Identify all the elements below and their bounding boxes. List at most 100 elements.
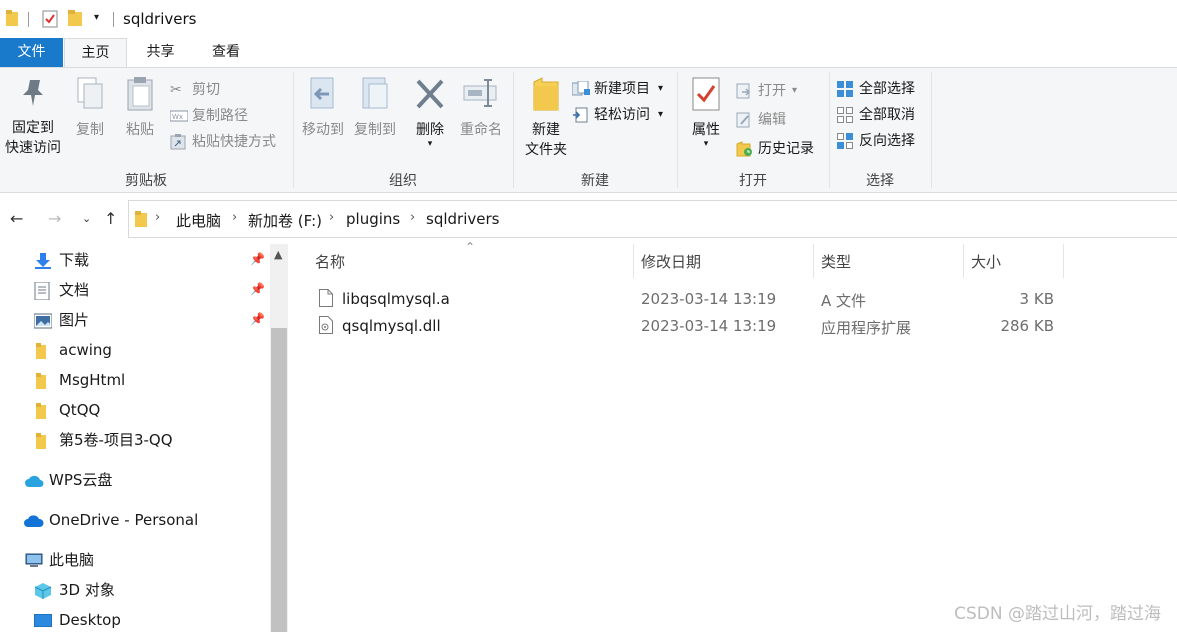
- generic-file-icon: [319, 289, 333, 311]
- cube-icon: [34, 582, 52, 607]
- computer-icon: [24, 552, 44, 576]
- new-folder-button[interactable]: 新建 文件夹: [518, 76, 574, 160]
- file-type: A 文件: [821, 292, 867, 310]
- address-bar[interactable]: › 此电脑 › 新加卷 (F:) › plugins › sqldrivers: [128, 200, 1177, 238]
- nav-label: 文档: [59, 281, 90, 299]
- breadcrumb-sqldrivers[interactable]: sqldrivers: [426, 210, 499, 228]
- delete-button[interactable]: 删除 ▾: [408, 76, 452, 149]
- column-divider[interactable]: [813, 244, 814, 278]
- tab-view[interactable]: 查看: [194, 38, 258, 67]
- folder-icon: [34, 432, 48, 456]
- customize-quick-access-icon[interactable]: ▾: [94, 12, 99, 23]
- ribbon-tabs: 文件 主页 共享 查看: [0, 38, 1177, 68]
- breadcrumb-chevron-icon[interactable]: ›: [232, 210, 237, 225]
- select-group-label: 选择: [866, 173, 894, 189]
- folder-icon: [34, 402, 48, 426]
- chevron-down-icon: ▾: [427, 139, 433, 149]
- breadcrumb-this-pc[interactable]: 此电脑: [176, 210, 221, 231]
- invert-selection-label: 反向选择: [859, 133, 915, 149]
- nav-label: 第5卷-项目3-QQ: [59, 431, 173, 449]
- tab-share[interactable]: 共享: [128, 38, 193, 67]
- edit-icon: [736, 112, 752, 135]
- group-divider: [931, 72, 932, 188]
- new-group: 新建 文件夹 新建项目 ▾ 轻松访问 ▾ 新建: [514, 70, 676, 191]
- scrollbar-thumb[interactable]: [271, 328, 287, 632]
- new-folder-label-line1: 新建: [532, 122, 560, 138]
- copy-to-button[interactable]: 复制到: [350, 76, 400, 140]
- rename-button[interactable]: 重命名: [456, 76, 506, 140]
- nav-pane-scrollbar[interactable]: ▲: [270, 244, 288, 632]
- open-group: 属性 ▾ 打开 ▾ 编辑 历史记录 打开: [678, 70, 828, 191]
- navigation-pane: 下载 📌 文档 📌 图片 📌 acwing MsgHtml QtQQ 第5卷-项…: [0, 244, 270, 632]
- pin-icon[interactable]: 📌: [250, 282, 265, 296]
- pin-icon: [2, 76, 64, 116]
- scroll-up-arrow-icon[interactable]: ▲: [274, 248, 282, 261]
- select-all-icon: [837, 81, 853, 104]
- history-label: 历史记录: [758, 141, 814, 157]
- nav-label: QtQQ: [59, 401, 101, 419]
- properties-button[interactable]: 属性 ▾: [686, 76, 726, 149]
- file-date: 2023-03-14 13:19: [641, 317, 777, 335]
- breadcrumb-plugins[interactable]: plugins: [346, 210, 400, 228]
- copy-to-label: 复制到: [354, 122, 396, 138]
- column-header-size[interactable]: 大小: [971, 248, 1001, 276]
- column-header-date[interactable]: 修改日期: [641, 248, 701, 276]
- copy-button[interactable]: 复制: [70, 76, 110, 140]
- nav-label: MsgHtml: [59, 371, 126, 389]
- new-folder-label-line2: 文件夹: [525, 142, 567, 158]
- breadcrumb-chevron-icon[interactable]: ›: [329, 210, 334, 225]
- move-to-label: 移动到: [302, 122, 344, 138]
- file-row[interactable]: libqsqlmysql.a 2023-03-14 13:19 A 文件 3 K…: [310, 287, 1070, 313]
- pin-icon[interactable]: 📌: [250, 252, 265, 266]
- pin-icon[interactable]: 📌: [250, 312, 265, 326]
- column-header-name[interactable]: 名称: [315, 248, 345, 276]
- sort-ascending-icon: ⌃: [465, 240, 476, 254]
- properties-label: 属性: [692, 122, 720, 138]
- copy-icon: [70, 76, 110, 118]
- clipboard-group-label: 剪贴板: [125, 173, 167, 189]
- pin-to-quick-access-button[interactable]: 固定到 快速访问: [2, 76, 64, 158]
- column-divider[interactable]: [963, 244, 964, 278]
- file-size: 286 KB: [1000, 317, 1054, 335]
- back-arrow-icon[interactable]: ←: [10, 209, 23, 228]
- breadcrumb-chevron-icon[interactable]: ›: [410, 210, 415, 225]
- cut-label: 剪切: [192, 82, 220, 98]
- properties-quick-icon[interactable]: [42, 10, 58, 32]
- tab-file[interactable]: 文件: [0, 38, 63, 67]
- select-none-label: 全部取消: [859, 107, 915, 123]
- download-arrow-icon: [34, 252, 52, 276]
- chevron-down-icon: ▾: [658, 83, 664, 94]
- rename-icon: [456, 76, 506, 118]
- paste-button[interactable]: 粘贴: [120, 76, 160, 140]
- move-to-button[interactable]: 移动到: [298, 76, 348, 140]
- select-group: 全部选择 全部取消 反向选择 选择: [830, 70, 930, 191]
- nav-label: 此电脑: [49, 551, 95, 569]
- column-divider[interactable]: [633, 244, 634, 278]
- tab-home[interactable]: 主页: [64, 38, 127, 68]
- breadcrumb-chevron-icon[interactable]: ›: [155, 210, 160, 225]
- divider: [28, 12, 29, 27]
- pin-label-line1: 固定到: [12, 120, 54, 136]
- file-type: 应用程序扩展: [821, 319, 912, 337]
- nav-label: OneDrive - Personal: [49, 511, 199, 529]
- history-icon: [736, 141, 754, 164]
- recent-locations-chevron-icon[interactable]: ⌄: [82, 212, 91, 225]
- title-bar: ▾ sqldrivers: [0, 0, 1177, 38]
- folder-icon: [34, 372, 48, 396]
- folder-icon: [135, 211, 147, 231]
- new-folder-quick-icon[interactable]: [68, 10, 82, 30]
- file-row[interactable]: qsqlmysql.dll 2023-03-14 13:19 应用程序扩展 28…: [310, 314, 1070, 340]
- pin-label-line2: 快速访问: [5, 140, 61, 156]
- breadcrumb-drive[interactable]: 新加卷 (F:): [248, 210, 322, 231]
- new-folder-icon: [518, 76, 574, 118]
- forward-arrow-icon[interactable]: →: [48, 209, 61, 228]
- folder-icon: [6, 10, 18, 30]
- paste-label: 粘贴: [126, 122, 154, 138]
- cloud-icon: [24, 472, 44, 496]
- nav-label: 3D 对象: [59, 581, 115, 599]
- column-header-type[interactable]: 类型: [821, 248, 851, 276]
- column-divider[interactable]: [1063, 244, 1064, 278]
- chevron-down-icon: ▾: [658, 109, 664, 120]
- easy-access-label: 轻松访问: [594, 107, 650, 123]
- up-arrow-icon[interactable]: ↑: [104, 209, 117, 228]
